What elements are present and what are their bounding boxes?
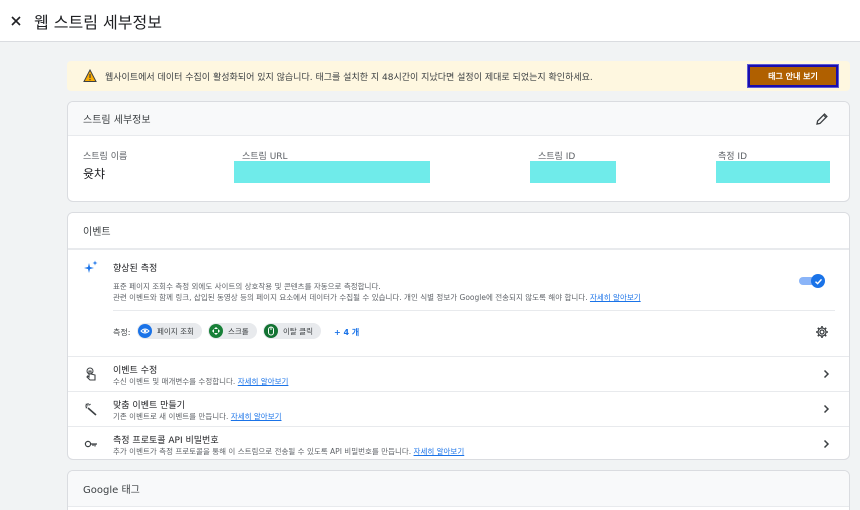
enhanced-learn-more-link[interactable]: 자세히 알아보기	[590, 293, 641, 302]
top-bar: 웹 스트림 세부정보	[0, 0, 860, 42]
chevron-right-icon[interactable]	[821, 439, 831, 449]
create-events-title: 맞춤 이벤트 만들기	[113, 401, 185, 411]
api-learn-more-link[interactable]: 자세히 알아보기	[414, 447, 465, 456]
more-events-link[interactable]: + 4 개	[334, 327, 359, 338]
scroll-icon	[212, 327, 220, 335]
eye-icon	[140, 328, 150, 334]
events-title: 이벤트	[83, 227, 111, 238]
api-secrets-desc: 추가 이벤트가 측정 프로토콜을 통해 이 스트림으로 전송될 수 있도록 AP…	[113, 447, 465, 456]
check-icon	[814, 278, 822, 285]
stream-name-value: 윳챠	[83, 167, 106, 181]
google-tag-title: Google 태그	[83, 485, 140, 496]
page-title: 웹 스트림 세부정보	[34, 12, 162, 32]
create-events-desc: 기존 이벤트로 새 이벤트를 만듭니다. 자세히 알아보기	[113, 412, 282, 421]
enhanced-measurement-toggle[interactable]	[799, 274, 825, 288]
api-secrets-title: 측정 프로토콜 API 비밀번호	[113, 436, 219, 446]
chevron-right-icon[interactable]	[821, 369, 831, 379]
stream-details-header: 스트림 세부정보	[68, 102, 849, 136]
warning-banner: 웹사이트에서 데이터 수집이 활성화되어 있지 않습니다. 태그를 설치한 지 …	[67, 61, 850, 91]
create-learn-more-link[interactable]: 자세히 알아보기	[231, 412, 282, 421]
touch-icon	[86, 367, 96, 381]
chevron-right-icon[interactable]	[821, 404, 831, 414]
magic-wand-icon	[85, 403, 97, 416]
modify-events-row[interactable]: 이벤트 수정 수신 이벤트 및 매개변수를 수정합니다. 자세히 알아보기	[68, 356, 849, 391]
mouse-icon	[268, 326, 274, 336]
stream-details-title: 스트림 세부정보	[83, 115, 151, 126]
modify-events-title: 이벤트 수정	[113, 366, 158, 376]
close-icon	[11, 15, 21, 26]
create-events-row[interactable]: 맞춤 이벤트 만들기 기존 이벤트로 새 이벤트를 만듭니다. 자세히 알아보기	[68, 391, 849, 426]
view-tag-instructions-button[interactable]: 태그 안내 보기	[747, 64, 839, 88]
measurement-id-redacted	[716, 161, 830, 183]
api-secrets-row[interactable]: 측정 프로토콜 API 비밀번호 추가 이벤트가 측정 프로토콜을 통해 이 스…	[68, 426, 849, 459]
close-button[interactable]	[4, 9, 28, 33]
enhanced-measurement-row: 향상된 측정 표준 페이지 조회수 측정 외에도 사이트의 상호작용 및 콘텐츠…	[68, 249, 849, 356]
chip-page-views[interactable]: 페이지 조회	[137, 323, 202, 339]
edit-icon[interactable]	[815, 112, 829, 126]
events-header: 이벤트	[68, 213, 849, 249]
gear-icon[interactable]	[815, 325, 829, 339]
enhanced-measurement-title: 향상된 측정	[113, 264, 158, 274]
google-tag-card: Google 태그	[67, 470, 850, 510]
chip-outbound-clicks[interactable]: 이탈 클릭	[263, 323, 321, 339]
stream-id-redacted	[530, 161, 616, 183]
key-icon	[84, 440, 97, 448]
enhanced-measurement-desc1: 표준 페이지 조회수 측정 외에도 사이트의 상호작용 및 콘텐츠를 자동으로 …	[113, 282, 381, 291]
google-tag-header: Google 태그	[68, 471, 849, 507]
stream-url-redacted	[234, 161, 430, 183]
enhanced-measurement-desc2: 관련 이벤트와 함께 링크, 삽입된 동영상 등의 페이지 요소에서 데이터가 …	[113, 293, 641, 302]
events-card: 이벤트 향상된 측정 표준 페이지 조회수 측정 외에도 사이트의 상호작용 및…	[67, 212, 850, 460]
stream-details-card: 스트림 세부정보 스트림 이름 윳챠 스트림 URL 스트림 ID 측정 ID	[67, 101, 850, 202]
warning-icon	[83, 69, 97, 82]
sparkle-icon	[84, 260, 98, 273]
banner-text: 웹사이트에서 데이터 수집이 활성화되어 있지 않습니다. 태그를 설치한 지 …	[105, 72, 593, 83]
modify-events-desc: 수신 이벤트 및 매개변수를 수정합니다. 자세히 알아보기	[113, 377, 289, 386]
stream-name-label: 스트림 이름	[83, 152, 128, 162]
measure-label: 측정:	[113, 328, 131, 337]
chip-scroll[interactable]: 스크롤	[208, 323, 257, 339]
modify-learn-more-link[interactable]: 자세히 알아보기	[238, 377, 289, 386]
